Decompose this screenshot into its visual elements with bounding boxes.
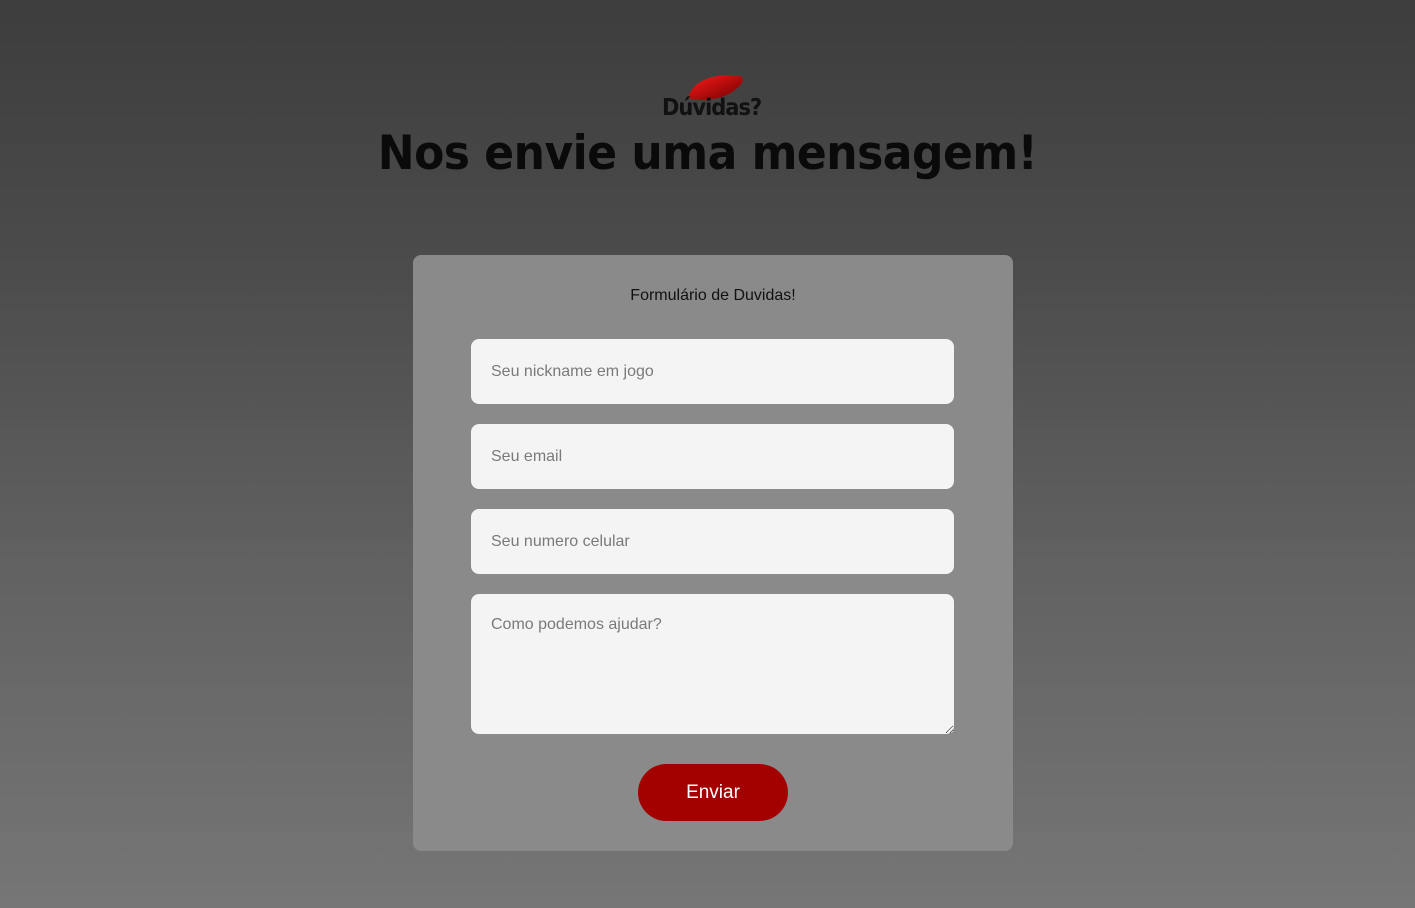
nickname-input[interactable] xyxy=(471,339,954,404)
message-textarea[interactable] xyxy=(471,594,954,734)
logo-text: Dúvidas? xyxy=(662,94,762,121)
contact-form-card: Formulário de Duvidas! Enviar xyxy=(413,255,1013,851)
form-title: Formulário de Duvidas! xyxy=(630,287,796,304)
page-title: Nos envie uma mensagem! xyxy=(377,125,1038,182)
email-input[interactable] xyxy=(471,424,954,489)
send-button[interactable]: Enviar xyxy=(638,764,788,821)
logo: Dúvidas? xyxy=(660,72,770,122)
phone-input[interactable] xyxy=(471,509,954,574)
